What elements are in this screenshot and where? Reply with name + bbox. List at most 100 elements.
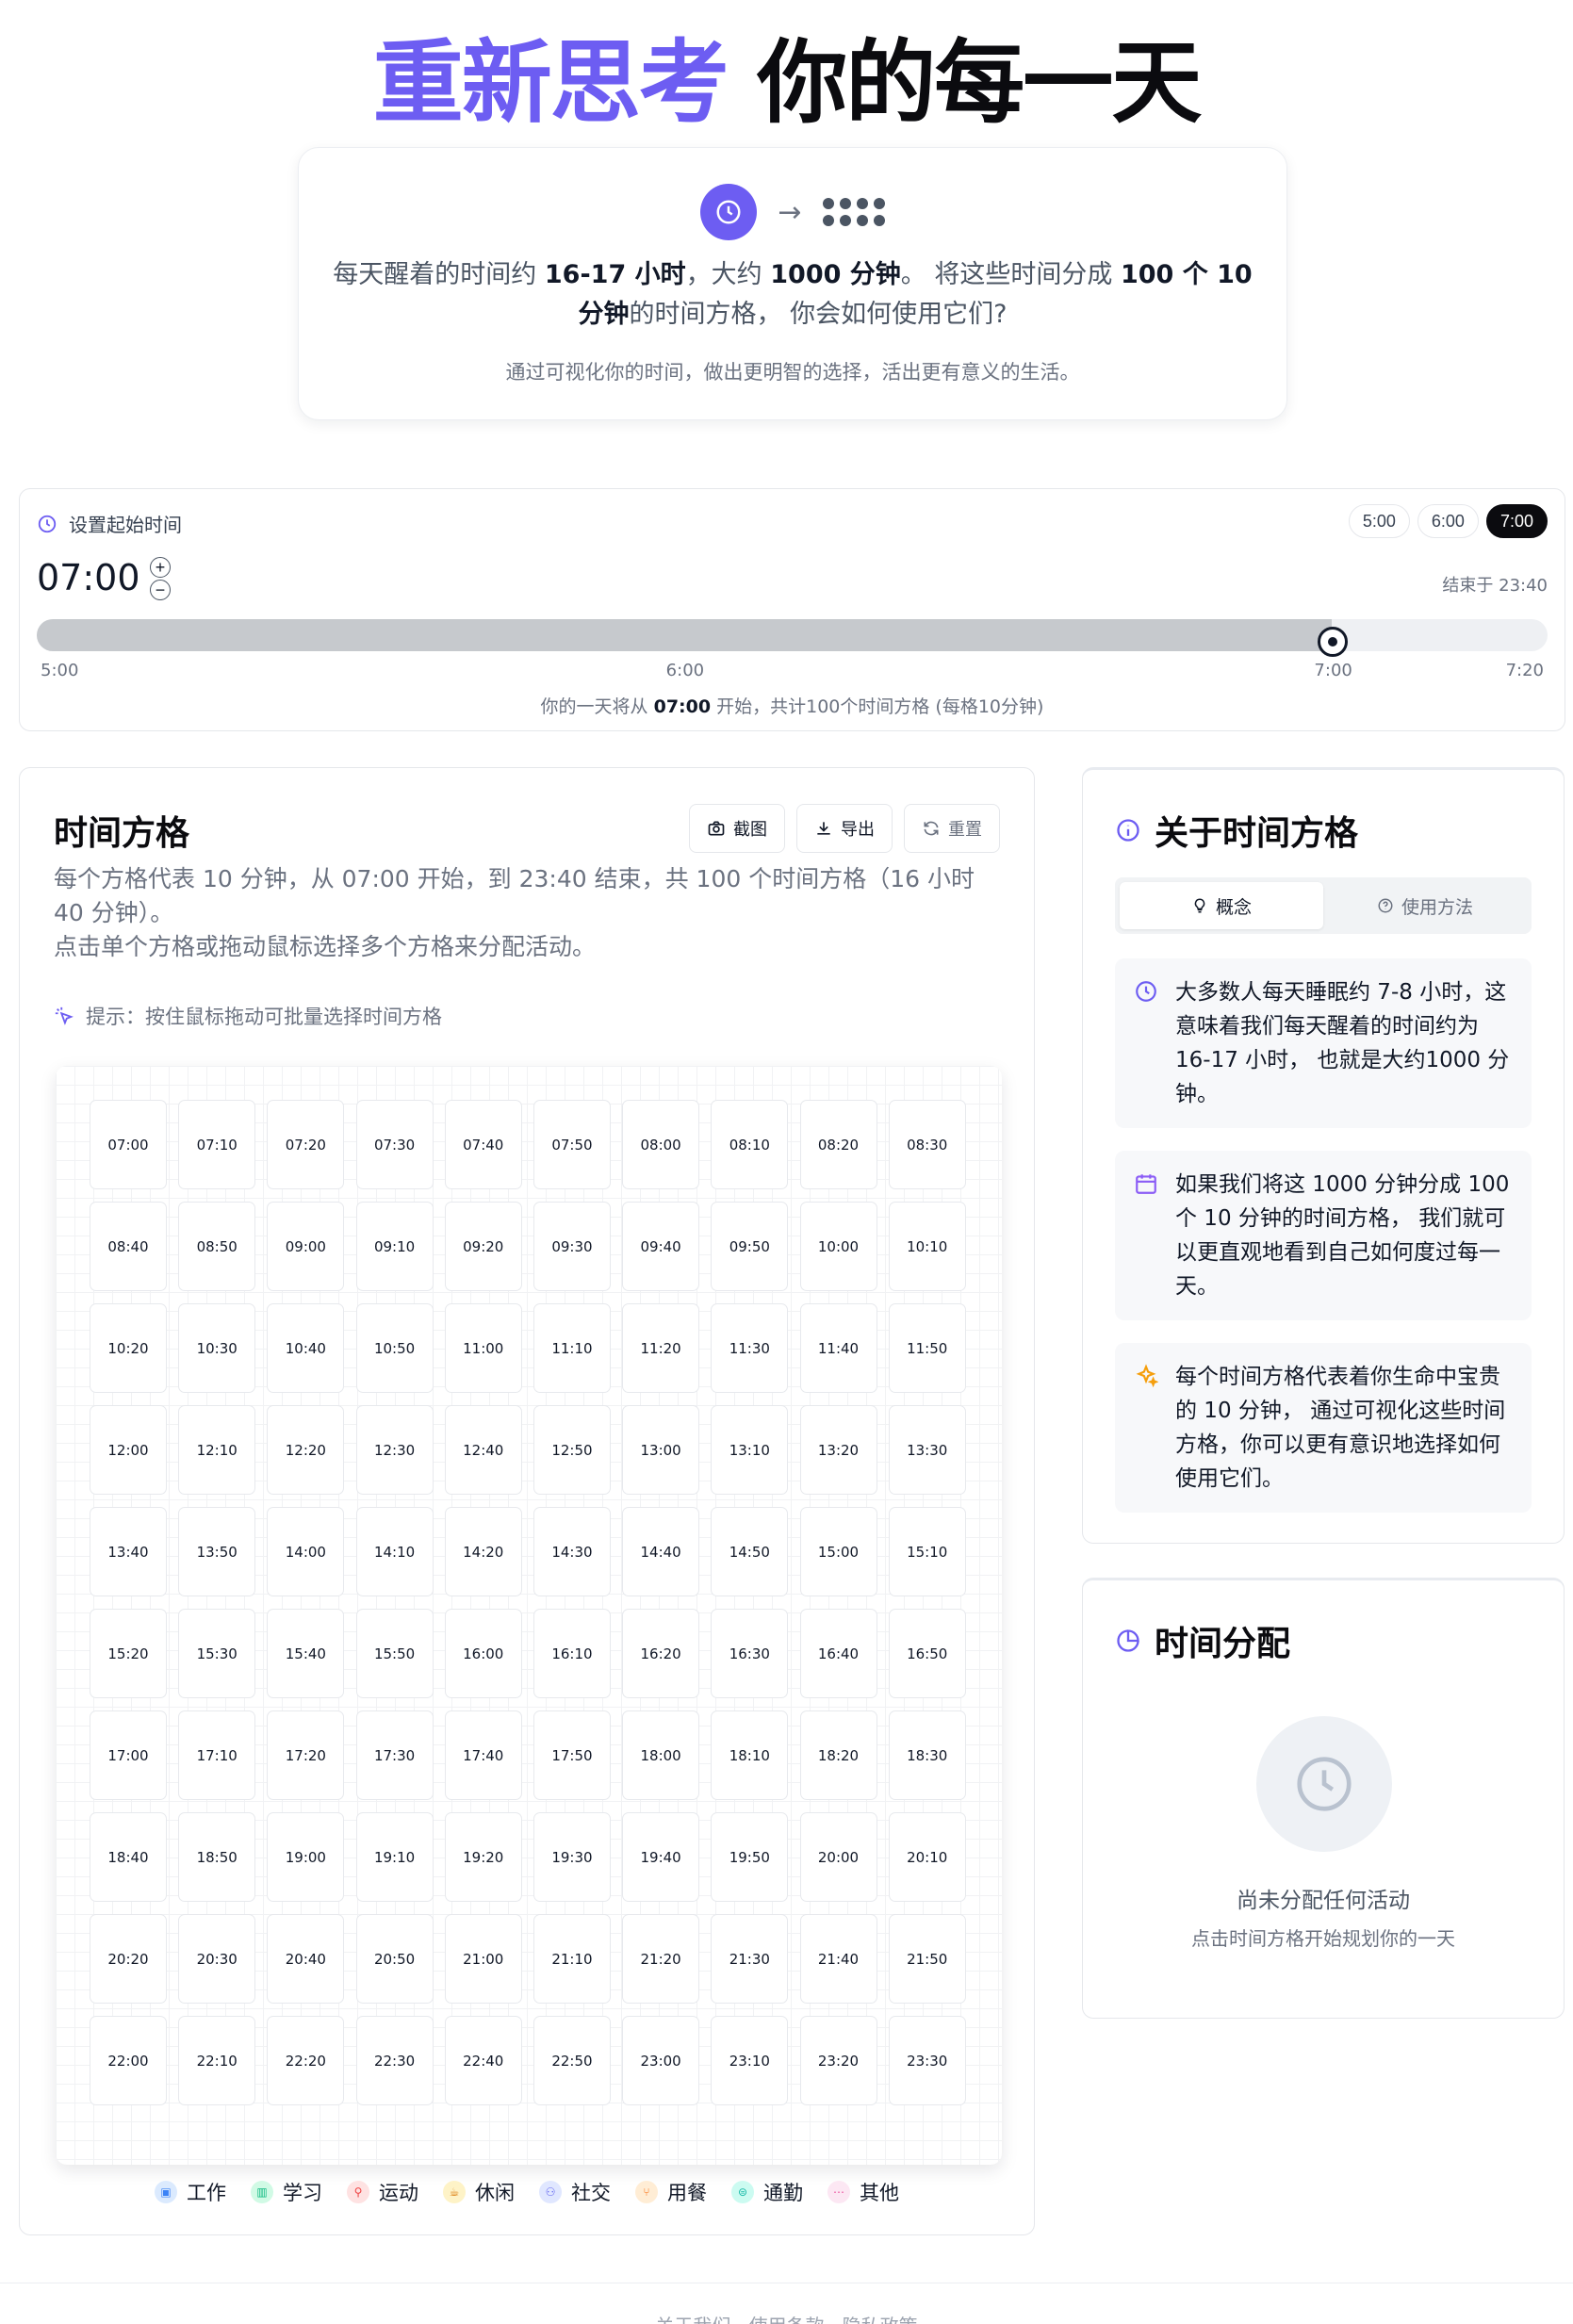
time-cell[interactable]: 10:50 [355, 1303, 434, 1393]
time-cell[interactable]: 18:50 [178, 1812, 256, 1902]
time-cell[interactable]: 14:10 [355, 1507, 434, 1596]
time-cell[interactable]: 19:40 [622, 1812, 700, 1902]
reset-button[interactable]: 重置 [904, 804, 1000, 853]
time-cell[interactable]: 15:30 [178, 1609, 256, 1698]
preset-5-button[interactable]: 5:00 [1348, 504, 1410, 538]
time-cell[interactable]: 13:10 [711, 1405, 789, 1495]
time-cell[interactable]: 21:10 [533, 1914, 611, 2004]
time-cell[interactable]: 20:00 [799, 1812, 877, 1902]
time-cell[interactable]: 11:40 [799, 1303, 877, 1393]
time-cell[interactable]: 15:00 [799, 1507, 877, 1596]
time-cell[interactable]: 21:00 [444, 1914, 522, 2004]
time-cell[interactable]: 09:10 [355, 1202, 434, 1291]
time-cell[interactable]: 11:30 [711, 1303, 789, 1393]
time-cell[interactable]: 14:40 [622, 1507, 700, 1596]
tab-usage[interactable]: 使用方法 [1323, 882, 1527, 929]
time-cell[interactable]: 12:20 [267, 1405, 345, 1495]
time-cell[interactable]: 16:10 [533, 1609, 611, 1698]
time-cell[interactable]: 09:40 [622, 1202, 700, 1291]
time-cell[interactable]: 07:20 [267, 1100, 345, 1189]
time-cell[interactable]: 10:20 [90, 1303, 167, 1393]
time-cell[interactable]: 13:00 [622, 1405, 700, 1495]
time-cell[interactable]: 16:20 [622, 1609, 700, 1698]
time-cell[interactable]: 07:30 [355, 1100, 434, 1189]
time-cell[interactable]: 21:40 [799, 1914, 877, 2004]
time-cell[interactable]: 23:10 [711, 2016, 789, 2105]
time-cell[interactable]: 14:50 [711, 1507, 789, 1596]
time-cell[interactable]: 10:00 [799, 1202, 877, 1291]
time-cell[interactable]: 18:00 [622, 1710, 700, 1800]
time-cell[interactable]: 19:50 [711, 1812, 789, 1902]
time-cell[interactable]: 18:30 [888, 1710, 966, 1800]
time-cell[interactable]: 10:30 [178, 1303, 256, 1393]
time-cell[interactable]: 14:00 [267, 1507, 345, 1596]
time-cell[interactable]: 15:10 [888, 1507, 966, 1596]
time-cell[interactable]: 08:40 [90, 1202, 167, 1291]
time-cell[interactable]: 17:10 [178, 1710, 256, 1800]
time-cell[interactable]: 22:20 [267, 2016, 345, 2105]
time-cell[interactable]: 17:50 [533, 1710, 611, 1800]
time-cell[interactable]: 11:10 [533, 1303, 611, 1393]
time-cell[interactable]: 12:50 [533, 1405, 611, 1495]
time-cell[interactable]: 09:00 [267, 1202, 345, 1291]
time-cell[interactable]: 16:50 [888, 1609, 966, 1698]
time-cell[interactable]: 22:10 [178, 2016, 256, 2105]
slider-thumb[interactable] [1318, 627, 1349, 657]
time-cell[interactable]: 22:40 [444, 2016, 522, 2105]
tab-concept[interactable]: 概念 [1120, 882, 1323, 929]
time-cell[interactable]: 15:40 [267, 1609, 345, 1698]
time-cell[interactable]: 08:10 [711, 1100, 789, 1189]
time-cell[interactable]: 20:30 [178, 1914, 256, 2004]
time-cell[interactable]: 19:00 [267, 1812, 345, 1902]
preset-7-button[interactable]: 7:00 [1485, 504, 1548, 538]
time-cell[interactable]: 09:50 [711, 1202, 789, 1291]
time-cell[interactable]: 20:50 [355, 1914, 434, 2004]
time-cell[interactable]: 17:40 [444, 1710, 522, 1800]
increment-button[interactable]: + [150, 557, 171, 578]
time-cell[interactable]: 10:40 [267, 1303, 345, 1393]
screenshot-button[interactable]: 截图 [689, 804, 785, 853]
time-cell[interactable]: 12:00 [90, 1405, 167, 1495]
time-cell[interactable]: 20:40 [267, 1914, 345, 2004]
time-cell[interactable]: 16:30 [711, 1609, 789, 1698]
time-cell[interactable]: 09:20 [444, 1202, 522, 1291]
time-cell[interactable]: 17:00 [90, 1710, 167, 1800]
time-cell[interactable]: 18:20 [799, 1710, 877, 1800]
time-cell[interactable]: 13:30 [888, 1405, 966, 1495]
time-cell[interactable]: 14:20 [444, 1507, 522, 1596]
time-cell[interactable]: 20:10 [888, 1812, 966, 1902]
time-cell[interactable]: 07:50 [533, 1100, 611, 1189]
time-cell[interactable]: 07:10 [178, 1100, 256, 1189]
decrement-button[interactable]: − [150, 580, 171, 600]
time-cell[interactable]: 12:30 [355, 1405, 434, 1495]
time-cell[interactable]: 19:20 [444, 1812, 522, 1902]
time-cell[interactable]: 13:40 [90, 1507, 167, 1596]
time-cell[interactable]: 08:00 [622, 1100, 700, 1189]
time-cell[interactable]: 07:40 [444, 1100, 522, 1189]
time-cell[interactable]: 18:10 [711, 1710, 789, 1800]
time-cell[interactable]: 18:40 [90, 1812, 167, 1902]
time-cell[interactable]: 19:10 [355, 1812, 434, 1902]
time-cell[interactable]: 22:00 [90, 2016, 167, 2105]
time-cell[interactable]: 08:20 [799, 1100, 877, 1189]
time-cell[interactable]: 20:20 [90, 1914, 167, 2004]
preset-6-button[interactable]: 6:00 [1417, 504, 1479, 538]
time-cell[interactable]: 08:30 [888, 1100, 966, 1189]
time-cell[interactable]: 11:50 [888, 1303, 966, 1393]
time-cell[interactable]: 14:30 [533, 1507, 611, 1596]
time-cell[interactable]: 23:30 [888, 2016, 966, 2105]
time-cell[interactable]: 21:30 [711, 1914, 789, 2004]
time-cell[interactable]: 08:50 [178, 1202, 256, 1291]
time-cell[interactable]: 23:00 [622, 2016, 700, 2105]
time-cell[interactable]: 15:50 [355, 1609, 434, 1698]
time-cell[interactable]: 22:50 [533, 2016, 611, 2105]
time-cell[interactable]: 16:40 [799, 1609, 877, 1698]
footer-links[interactable]: 关于我们 · 使用条款 · 隐私政策 [0, 2311, 1573, 2324]
time-cell[interactable]: 17:30 [355, 1710, 434, 1800]
time-cell[interactable]: 22:30 [355, 2016, 434, 2105]
time-cell[interactable]: 23:20 [799, 2016, 877, 2105]
time-cell[interactable]: 17:20 [267, 1710, 345, 1800]
time-cell[interactable]: 13:20 [799, 1405, 877, 1495]
time-cell[interactable]: 21:20 [622, 1914, 700, 2004]
time-cell[interactable]: 09:30 [533, 1202, 611, 1291]
